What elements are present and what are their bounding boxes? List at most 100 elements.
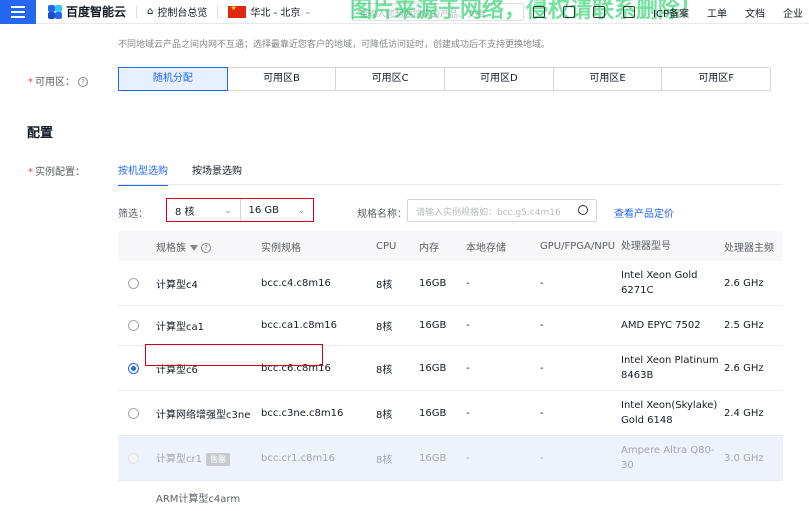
cell-frequency: 2.6 GHz: [724, 362, 764, 374]
filter-label: 筛选：: [118, 209, 148, 220]
cell-cpu: 8核: [376, 364, 393, 376]
col-cpu: CPU: [376, 240, 397, 252]
sold-out-badge: 售罄: [205, 453, 230, 466]
cpu-select[interactable]: 8 核 ⌄: [167, 199, 241, 221]
cloud-logo-icon: [48, 4, 62, 19]
brand-logo[interactable]: 百度智能云: [48, 3, 126, 20]
icp-link[interactable]: ICP备案: [653, 5, 689, 20]
enterprise-link[interactable]: 企业: [783, 5, 803, 20]
cell-cpu: 8核: [376, 409, 393, 421]
cell-spec: bcc.c4.c8m16: [261, 277, 331, 289]
brand-name: 百度智能云: [66, 5, 127, 19]
cell-disk: -: [466, 277, 470, 289]
row-radio[interactable]: [127, 320, 139, 331]
qrcode-icon[interactable]: [533, 6, 546, 18]
cart-icon[interactable]: [593, 6, 606, 18]
col-local-disk: 本地存储: [466, 242, 506, 254]
memory-select[interactable]: 16 GB ⌄: [241, 199, 314, 221]
spec-search-placeholder: 请输入实例规格如：bcc.g5.c4m16: [416, 208, 561, 218]
col-family-label: 规格族: [156, 242, 186, 254]
zone-selector: 随机分配 可用区B 可用区C 可用区D 可用区E 可用区F: [118, 67, 771, 91]
message-icon[interactable]: [563, 6, 576, 18]
billing-icon[interactable]: [623, 6, 636, 18]
instance-table: 规格族? 实例规格 CPU 内存 本地存储 GPU/FPGA/NPU 处理器型号…: [118, 231, 783, 511]
cell-family: ARM计算型c4arm: [156, 494, 241, 505]
table-row[interactable]: 计算型c4 bcc.c4.c8m16 8核 16GB - - Intel Xeo…: [118, 261, 783, 306]
chevron-down-icon: ⌄: [298, 205, 305, 215]
table-row-sold-out: 计算型cr1 售罄 bcc.cr1.c8m16 8核 16GB - - Amper…: [118, 436, 783, 481]
chevron-down-icon: ⌄: [304, 7, 312, 16]
memory-select-value: 16 GB: [248, 204, 280, 216]
cell-family-text: 计算型cr1: [156, 454, 202, 465]
col-gpu: GPU/FPGA/NPU: [540, 240, 616, 252]
row-radio-disabled: [127, 452, 139, 464]
filter-selects: 8 核 ⌄ 16 GB ⌄: [166, 198, 314, 222]
home-icon: ⌂: [147, 6, 154, 17]
cell-processor: Intel Xeon Platinum 8463B: [621, 355, 719, 381]
help-icon[interactable]: ?: [78, 77, 88, 87]
table-header: 规格族? 实例规格 CPU 内存 本地存储 GPU/FPGA/NPU 处理器型号…: [118, 231, 783, 261]
global-search-input[interactable]: 请输入您想要搜索的产品、文档: [352, 3, 524, 21]
row-radio[interactable]: [127, 277, 139, 289]
cell-memory: 16GB: [419, 407, 447, 419]
docs-link[interactable]: 文档: [745, 5, 765, 20]
config-tabs: 按机型选购 按场景选购: [118, 162, 242, 186]
zone-option-b[interactable]: 可用区B: [228, 68, 337, 90]
spec-name-label: 规格名称：: [357, 209, 407, 220]
cpu-select-value: 8 核: [175, 206, 195, 218]
zone-option-c[interactable]: 可用区C: [336, 68, 446, 90]
cell-gpu: -: [540, 277, 544, 289]
zone-option-d[interactable]: 可用区D: [445, 68, 554, 90]
cell-processor: Intel Xeon(Skylake) Gold 6148: [621, 400, 718, 426]
china-flag-icon: [228, 4, 247, 18]
region-notice: 不同地域云产品之间内网不互通；选择最靠近您客户的地域，可降低访问延时，创建成功后…: [118, 40, 551, 50]
region-selector[interactable]: 华北 - 北京 ⌄: [228, 4, 311, 19]
cell-disk: -: [466, 452, 470, 464]
table-row[interactable]: ARM计算型c4arm: [118, 481, 783, 511]
cell-family: 计算网络增强型c3ne: [156, 409, 251, 421]
table-row[interactable]: 计算型ca1 bcc.ca1.c8m16 8核 16GB - - AMD EPY…: [118, 306, 783, 346]
cell-memory: 16GB: [419, 452, 447, 464]
zone-option-f[interactable]: 可用区F: [662, 68, 770, 90]
row-radio-checked[interactable]: [127, 362, 139, 374]
nav-divider: [136, 4, 138, 19]
cell-memory: 16GB: [419, 320, 447, 331]
nav-divider: [217, 4, 219, 19]
console-overview-label: 控制台总览: [157, 8, 208, 19]
cell-disk: -: [466, 362, 470, 374]
pricing-link[interactable]: 查看产品定价: [614, 205, 674, 220]
help-icon[interactable]: ?: [201, 242, 211, 253]
tab-divider: [118, 184, 783, 185]
cell-gpu: -: [540, 320, 544, 331]
col-memory: 内存: [419, 242, 439, 254]
zone-option-random[interactable]: 随机分配: [118, 67, 228, 91]
cell-spec: bcc.c3ne.c8m16: [261, 407, 344, 419]
menu-icon[interactable]: [0, 0, 36, 24]
tab-by-type[interactable]: 按机型选购: [118, 162, 168, 186]
cell-spec: bcc.ca1.c8m16: [261, 320, 338, 331]
cell-processor: AMD EPYC 7502: [621, 320, 701, 331]
selected-row-highlight: [145, 344, 323, 366]
instance-config-label: * 实例配置：: [28, 167, 85, 178]
cell-memory: 16GB: [419, 277, 447, 289]
cell-cpu: 8核: [376, 454, 393, 466]
cell-processor: Intel Xeon Gold 6271C: [621, 270, 698, 296]
cell-gpu: -: [540, 362, 544, 374]
row-radio[interactable]: [127, 407, 139, 419]
col-frequency: 处理器主频: [724, 242, 774, 254]
ticket-link[interactable]: 工单: [707, 5, 727, 20]
cell-frequency: 2.6 GHz: [724, 277, 764, 289]
console-overview-link[interactable]: ⌂ 控制台总览: [147, 4, 207, 19]
cell-gpu: -: [540, 407, 544, 419]
cell-cpu: 8核: [376, 322, 393, 333]
filter-icon[interactable]: [190, 244, 198, 251]
tab-by-scenario[interactable]: 按场景选购: [192, 162, 242, 186]
zone-label: * 可用区：?: [28, 73, 88, 88]
search-icon[interactable]: [578, 205, 588, 215]
spec-search-input[interactable]: 请输入实例规格如：bcc.g5.c4m16: [407, 199, 597, 222]
cell-spec: bcc.cr1.c8m16: [261, 452, 335, 464]
cell-frequency: 3.0 GHz: [724, 452, 764, 464]
cell-memory: 16GB: [419, 362, 447, 374]
zone-option-e[interactable]: 可用区E: [554, 68, 663, 90]
table-row[interactable]: 计算网络增强型c3ne bcc.c3ne.c8m16 8核 16GB - - I…: [118, 391, 783, 436]
